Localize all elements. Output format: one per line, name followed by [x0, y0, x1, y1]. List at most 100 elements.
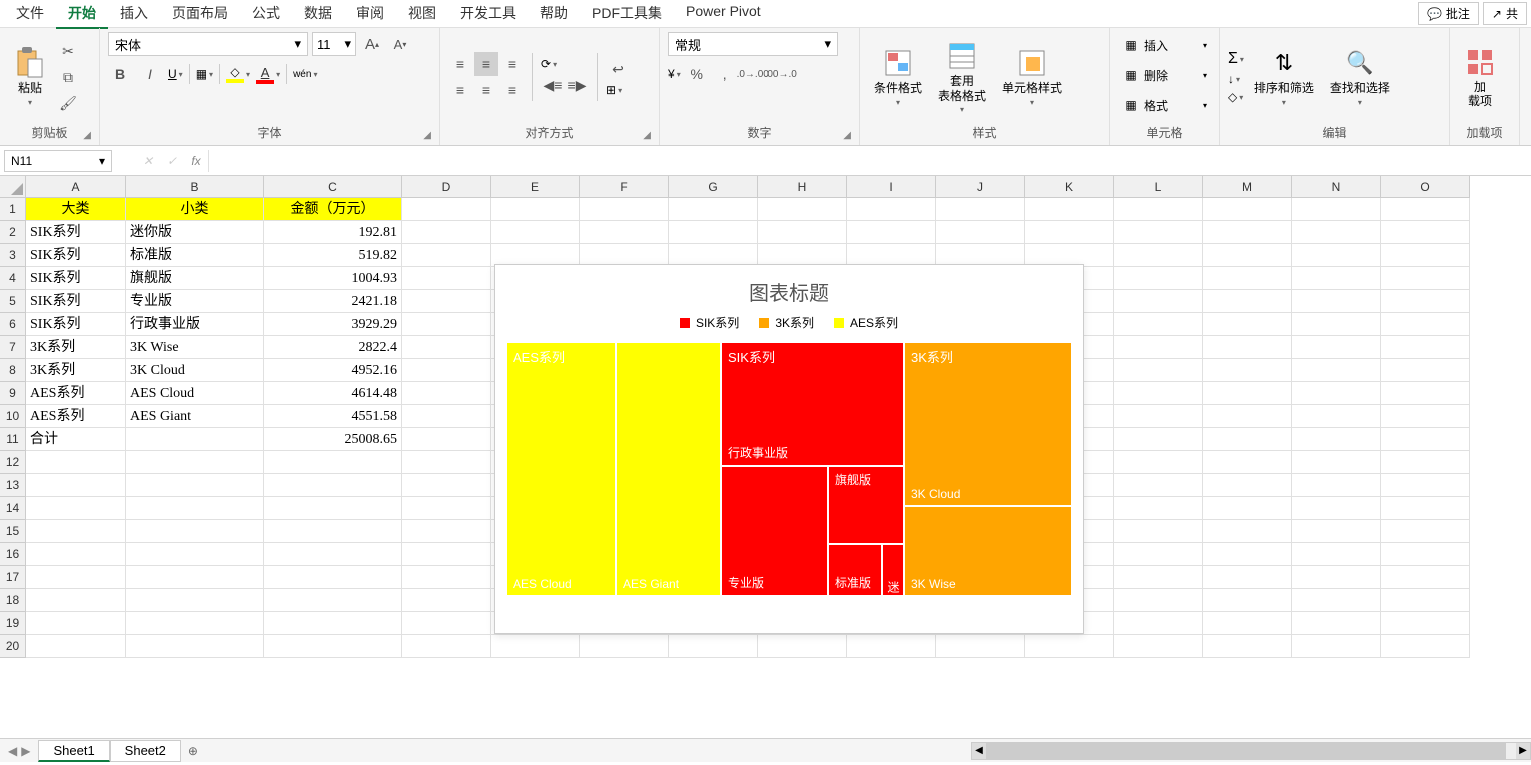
cell[interactable]: [1114, 635, 1203, 658]
cell[interactable]: [402, 635, 491, 658]
cell[interactable]: AES Giant: [126, 405, 264, 428]
cell[interactable]: [1381, 520, 1470, 543]
cell[interactable]: 3929.29: [264, 313, 402, 336]
clear-button[interactable]: ◇▾: [1228, 90, 1244, 104]
cell[interactable]: [1203, 451, 1292, 474]
sheet-nav-prev[interactable]: ◀: [8, 744, 17, 758]
cell[interactable]: [26, 474, 126, 497]
cell[interactable]: [264, 497, 402, 520]
cell[interactable]: [402, 589, 491, 612]
cancel-formula-button[interactable]: ✕: [136, 154, 160, 168]
cell[interactable]: [402, 520, 491, 543]
cell[interactable]: [1292, 566, 1381, 589]
cell[interactable]: [1381, 612, 1470, 635]
cell[interactable]: [1025, 221, 1114, 244]
cell[interactable]: [1114, 566, 1203, 589]
wrap-text-button[interactable]: ↩: [606, 57, 630, 81]
cell[interactable]: [126, 589, 264, 612]
cell[interactable]: 1004.93: [264, 267, 402, 290]
cell[interactable]: 标准版: [126, 244, 264, 267]
cell[interactable]: [402, 543, 491, 566]
decrease-font-button[interactable]: A▾: [388, 32, 412, 56]
cell[interactable]: [264, 451, 402, 474]
dialog-launcher-icon[interactable]: ◢: [83, 130, 91, 141]
dialog-launcher-icon[interactable]: ◢: [643, 130, 651, 141]
find-select-button[interactable]: 🔍 查找和选择▾: [1324, 45, 1396, 108]
cell[interactable]: 金额（万元）: [264, 198, 402, 221]
name-box[interactable]: N11 ▾: [4, 150, 112, 172]
cell[interactable]: 行政事业版: [126, 313, 264, 336]
menu-item-6[interactable]: 审阅: [344, 0, 396, 29]
column-header[interactable]: J: [936, 176, 1025, 198]
cell[interactable]: [1292, 543, 1381, 566]
cell[interactable]: [402, 451, 491, 474]
enter-formula-button[interactable]: ✓: [160, 154, 184, 168]
scroll-left-button[interactable]: ◀: [972, 743, 986, 759]
format-painter-button[interactable]: 🖌: [56, 91, 80, 115]
row-header[interactable]: 4: [0, 267, 26, 290]
cell[interactable]: [1203, 221, 1292, 244]
column-header[interactable]: L: [1114, 176, 1203, 198]
font-size-select[interactable]: 11 ▾: [312, 32, 356, 56]
sort-filter-button[interactable]: ⇅ 排序和筛选▾: [1248, 45, 1320, 108]
cell[interactable]: [126, 635, 264, 658]
cell[interactable]: [264, 474, 402, 497]
cell[interactable]: [1114, 267, 1203, 290]
align-bottom-button[interactable]: ≡: [500, 52, 524, 76]
increase-decimal-button[interactable]: .0→.00: [741, 62, 765, 86]
cell[interactable]: [1292, 244, 1381, 267]
table-format-button[interactable]: 套用 表格格式▾: [932, 38, 992, 116]
cell[interactable]: [491, 198, 580, 221]
menu-item-7[interactable]: 视图: [396, 0, 448, 29]
cell[interactable]: [402, 428, 491, 451]
cell[interactable]: [1114, 474, 1203, 497]
align-top-button[interactable]: ≡: [448, 52, 472, 76]
cell[interactable]: [758, 198, 847, 221]
cell[interactable]: [264, 566, 402, 589]
insert-cells-button[interactable]: ▦插入▾: [1118, 32, 1211, 58]
cell[interactable]: [1381, 566, 1470, 589]
fill-button[interactable]: ↓▾: [1228, 72, 1244, 86]
cell[interactable]: [758, 635, 847, 658]
menu-item-4[interactable]: 公式: [240, 0, 292, 29]
menu-item-8[interactable]: 开发工具: [448, 0, 528, 29]
font-name-select[interactable]: 宋体 ▾: [108, 32, 308, 56]
align-middle-button[interactable]: ≡: [474, 52, 498, 76]
autosum-button[interactable]: Σ▾: [1228, 50, 1244, 68]
increase-indent-button[interactable]: ≡▶: [565, 73, 589, 97]
cell-styles-button[interactable]: 单元格样式▾: [996, 45, 1068, 108]
cell[interactable]: [936, 198, 1025, 221]
number-format-select[interactable]: 常规 ▾: [668, 32, 838, 56]
cell[interactable]: [847, 198, 936, 221]
row-header[interactable]: 1: [0, 198, 26, 221]
row-header[interactable]: 11: [0, 428, 26, 451]
cut-button[interactable]: ✂: [56, 39, 80, 63]
cell[interactable]: [491, 221, 580, 244]
cell[interactable]: [126, 497, 264, 520]
cell[interactable]: [1292, 290, 1381, 313]
row-header[interactable]: 10: [0, 405, 26, 428]
cell[interactable]: [1114, 589, 1203, 612]
cell[interactable]: [1292, 589, 1381, 612]
horizontal-scrollbar[interactable]: ◀ ▶: [971, 742, 1531, 760]
cell[interactable]: [402, 405, 491, 428]
cell[interactable]: 192.81: [264, 221, 402, 244]
cell[interactable]: [1114, 428, 1203, 451]
decrease-decimal-button[interactable]: .00→.0: [769, 62, 793, 86]
cell[interactable]: AES系列: [26, 405, 126, 428]
cell[interactable]: [1292, 267, 1381, 290]
cell[interactable]: [264, 635, 402, 658]
cell[interactable]: [1114, 313, 1203, 336]
cell[interactable]: [1381, 198, 1470, 221]
cell[interactable]: [1381, 382, 1470, 405]
row-header[interactable]: 9: [0, 382, 26, 405]
cell[interactable]: [1292, 612, 1381, 635]
cell[interactable]: [1381, 336, 1470, 359]
cell[interactable]: 合计: [26, 428, 126, 451]
cell[interactable]: [402, 474, 491, 497]
cell[interactable]: [126, 566, 264, 589]
row-header[interactable]: 8: [0, 359, 26, 382]
cell[interactable]: AES Cloud: [126, 382, 264, 405]
cell[interactable]: [1114, 359, 1203, 382]
merge-button[interactable]: ⊞▾: [606, 83, 630, 97]
